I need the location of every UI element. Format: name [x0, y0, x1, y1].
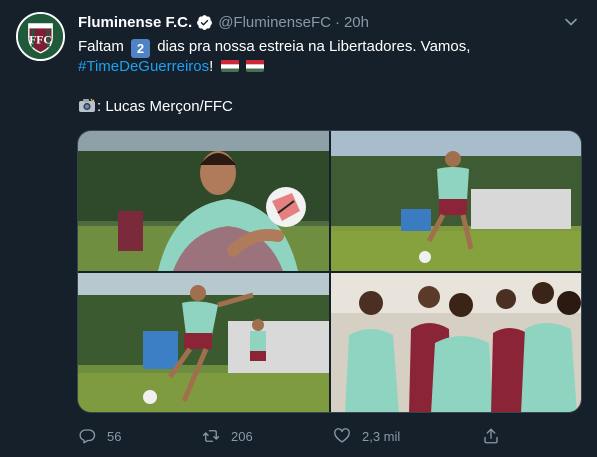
retweet-count: 206	[231, 428, 253, 444]
photo-credit: : Lucas Merçon/FFC	[97, 98, 233, 115]
photo-player-kicking-ball[interactable]	[78, 273, 329, 412]
media-grid	[77, 130, 582, 413]
svg-text:FFC: FFC	[29, 34, 52, 47]
tweet-text-part: !	[209, 58, 214, 75]
reply-icon	[79, 429, 96, 444]
tweet-actions: 56 206 2,3 mil	[78, 424, 578, 448]
hashtag-link[interactable]: #TimeDeGuerreiros	[78, 58, 209, 75]
tweet-header: Fluminense F.C. @FluminenseFC · 20h	[78, 12, 369, 32]
like-count: 2,3 mil	[362, 428, 401, 444]
account-handle[interactable]: @FluminenseFC	[218, 14, 331, 31]
reply-button[interactable]: 56	[78, 424, 121, 448]
avatar[interactable]: FFC	[16, 12, 65, 61]
retweet-button[interactable]: 206	[202, 424, 253, 448]
photo-player-running-field[interactable]	[331, 131, 581, 271]
tweet-text: Faltam 2 dias pra nossa estreia na Liber…	[78, 37, 578, 117]
reply-count: 56	[107, 428, 122, 444]
number-badge: 2	[131, 39, 151, 58]
chevron-down-icon[interactable]	[561, 12, 581, 32]
tweet-timestamp[interactable]: 20h	[344, 14, 369, 31]
verified-badge-icon	[197, 14, 213, 30]
tweet-card[interactable]: FFC Fluminense F.C. @FluminenseFC · 20h …	[0, 0, 597, 457]
camera-icon	[78, 98, 96, 113]
share-button[interactable]	[482, 424, 511, 448]
tweet-line-2: #TimeDeGuerreiros!	[78, 57, 578, 77]
photo-player-ball-closeup[interactable]	[78, 131, 329, 271]
retweet-icon	[202, 430, 220, 442]
like-button[interactable]: 2,3 mil	[333, 424, 400, 448]
hungary-flag-icon	[220, 59, 239, 72]
photo-team-huddle[interactable]	[331, 273, 581, 412]
hungary-flag-icon	[245, 59, 264, 72]
tweet-line-1: Faltam 2 dias pra nossa estreia na Liber…	[78, 37, 578, 58]
tweet-line-credit: : Lucas Merçon/FFC	[78, 97, 578, 117]
like-icon	[334, 428, 350, 443]
tweet-text-part: Faltam	[78, 38, 124, 55]
account-name[interactable]: Fluminense F.C.	[78, 14, 192, 31]
separator-dot: ·	[334, 13, 340, 31]
share-icon	[484, 428, 498, 444]
tweet-text-part: dias pra nossa estreia na Libertadores. …	[157, 38, 471, 55]
club-crest-icon: FFC	[18, 14, 63, 59]
